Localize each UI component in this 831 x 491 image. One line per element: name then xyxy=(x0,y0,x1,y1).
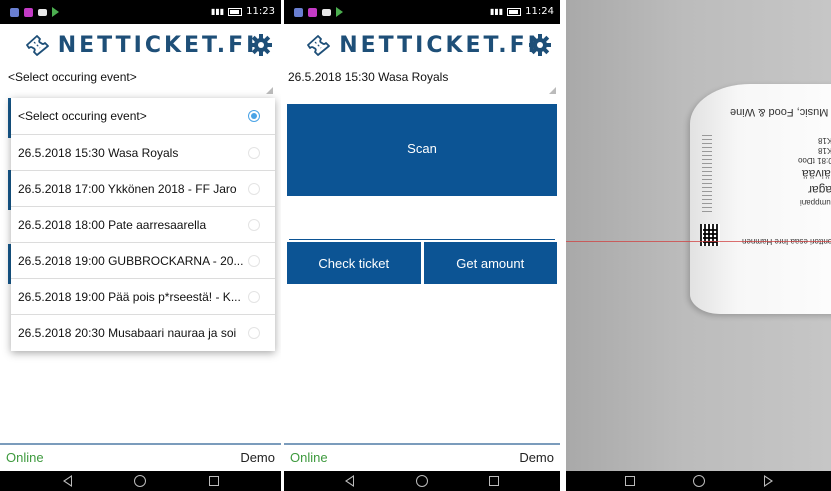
recent-apps-icon[interactable] xyxy=(208,476,219,486)
radio-icon xyxy=(248,219,260,231)
recent-apps-icon[interactable] xyxy=(624,476,635,486)
event-select-value: <Select occuring event> xyxy=(8,70,137,84)
option-label: 26.5.2018 20:30 Musabaari nauraa ja soi xyxy=(18,326,237,340)
mail-icon xyxy=(322,8,331,16)
radio-selected-icon xyxy=(248,110,260,122)
camera-viewfinder[interactable]: Music, Food & Wine o K18 y K18 00:81 tDo… xyxy=(566,0,831,471)
radio-icon xyxy=(248,327,260,339)
brand-name: NETTICKET.FI xyxy=(57,32,258,58)
recent-apps-icon[interactable] xyxy=(488,476,499,486)
event-select-value: 26.5.2018 15:30 Wasa Royals xyxy=(288,70,449,84)
home-icon[interactable] xyxy=(415,475,428,487)
logo: NETTICKET.FI xyxy=(305,33,539,58)
ticket-text: o K18 xyxy=(818,136,831,145)
app-header: NETTICKET.FI xyxy=(0,24,281,66)
logo: NETTICKET.FI xyxy=(24,33,258,58)
back-icon[interactable] xyxy=(62,475,72,487)
action-buttons: Check ticket Get amount xyxy=(287,242,557,284)
gear-icon[interactable] xyxy=(528,33,552,57)
option-label: 26.5.2018 19:00 GUBBROCKARNA - 20... xyxy=(18,253,244,268)
ticket-icon xyxy=(25,35,49,56)
qr-code-icon xyxy=(700,224,720,246)
dropdown-option[interactable]: 26.5.2018 19:00 GUBBROCKARNA - 20... xyxy=(11,243,275,279)
event-dropdown-list: <Select occuring event> 26.5.2018 15:30 … xyxy=(11,98,275,351)
scan-button[interactable]: Scan xyxy=(287,104,557,196)
screen-scan: ▮▮▮ 11:24 NETTICKET.FI 26.5.2018 15:30 W… xyxy=(284,0,560,491)
ticket-text: Päivää xyxy=(802,167,831,181)
option-label: 26.5.2018 18:00 Pate aarresaarella xyxy=(18,217,207,232)
android-nav-bar xyxy=(566,471,831,491)
status-time: 11:24 xyxy=(525,6,554,17)
gear-icon[interactable] xyxy=(249,33,273,57)
option-label: <Select occuring event> xyxy=(18,109,147,123)
scan-line xyxy=(566,241,831,242)
battery-icon xyxy=(507,7,522,16)
dropdown-option[interactable]: <Select occuring event> xyxy=(11,98,275,135)
dropdown-option[interactable]: 26.5.2018 15:30 Wasa Royals xyxy=(11,135,275,171)
ticket-text: y K18 xyxy=(818,146,831,155)
radio-icon xyxy=(248,291,260,303)
play-store-icon xyxy=(52,7,59,17)
option-label: 26.5.2018 19:00 Pää pois p*rseestä! - K.… xyxy=(18,289,241,304)
ticket-text: Kumppani xyxy=(800,198,831,207)
online-status: Online xyxy=(6,450,44,465)
status-time: 11:23 xyxy=(246,6,275,17)
check-ticket-button[interactable]: Check ticket xyxy=(287,242,421,284)
footer-bar: Online Demo xyxy=(0,443,281,470)
notification-icon xyxy=(308,7,317,17)
screen-camera-scanner: Music, Food & Wine o K18 y K18 00:81 tDo… xyxy=(566,0,831,491)
radio-icon xyxy=(248,255,260,267)
mail-icon xyxy=(38,8,47,16)
home-icon[interactable] xyxy=(693,475,705,487)
signal-icon: ▮▮▮ xyxy=(210,7,225,16)
demo-label: Demo xyxy=(240,450,275,465)
notification-icon xyxy=(10,7,19,17)
footer-bar: Online Demo xyxy=(284,443,560,470)
ticket-text: Music, Food & Wine xyxy=(730,106,829,118)
play-store-icon xyxy=(336,7,343,17)
dropdown-option[interactable]: 26.5.2018 20:30 Musabaari nauraa ja soi xyxy=(11,315,275,351)
demo-label: Demo xyxy=(519,450,554,465)
ticket-icon xyxy=(307,35,331,56)
screen-event-select: ▮▮▮ 11:23 NETTICKET.FI <Select occuring … xyxy=(0,0,281,491)
dropdown-indicator-icon xyxy=(266,87,273,94)
brand-name: NETTICKET.FI xyxy=(339,32,539,58)
signal-icon: ▮▮▮ xyxy=(489,7,504,16)
app-header: NETTICKET.FI xyxy=(284,24,560,66)
option-label: 26.5.2018 17:00 Ykkönen 2018 - FF Jaro xyxy=(18,181,237,196)
radio-icon xyxy=(248,183,260,195)
online-status: Online xyxy=(290,450,328,465)
back-icon[interactable] xyxy=(345,475,355,487)
notification-icon xyxy=(294,7,303,17)
ticket-text: 00:81 tDoo xyxy=(798,156,831,165)
ticket-text: dagar xyxy=(808,183,831,197)
dropdown-option[interactable]: 26.5.2018 19:00 Pää pois p*rseestä! - K.… xyxy=(11,279,275,315)
dropdown-option[interactable]: 26.5.2018 18:00 Pate aarresaarella xyxy=(11,207,275,243)
event-select[interactable]: 26.5.2018 15:30 Wasa Royals xyxy=(288,70,556,96)
option-label: 26.5.2018 15:30 Wasa Royals xyxy=(18,145,179,160)
home-icon[interactable] xyxy=(134,475,146,487)
ticket-code-input[interactable] xyxy=(289,198,555,240)
android-nav-bar xyxy=(0,471,281,491)
battery-icon xyxy=(228,7,243,16)
status-bar: ▮▮▮ 11:24 xyxy=(284,0,560,24)
android-nav-bar xyxy=(284,471,560,491)
notification-icon xyxy=(24,7,33,17)
ticket-photo: Music, Food & Wine o K18 y K18 00:81 tDo… xyxy=(690,84,831,314)
radio-icon xyxy=(248,147,260,159)
status-bar: ▮▮▮ 11:23 xyxy=(0,0,281,24)
get-amount-button[interactable]: Get amount xyxy=(423,242,557,284)
dropdown-option[interactable]: 26.5.2018 17:00 Ykkönen 2018 - FF Jaro xyxy=(11,171,275,207)
ticket-fine-print xyxy=(702,132,712,212)
back-icon[interactable] xyxy=(763,475,773,487)
dropdown-indicator-icon xyxy=(549,87,556,94)
event-select[interactable]: <Select occuring event> xyxy=(8,70,273,96)
